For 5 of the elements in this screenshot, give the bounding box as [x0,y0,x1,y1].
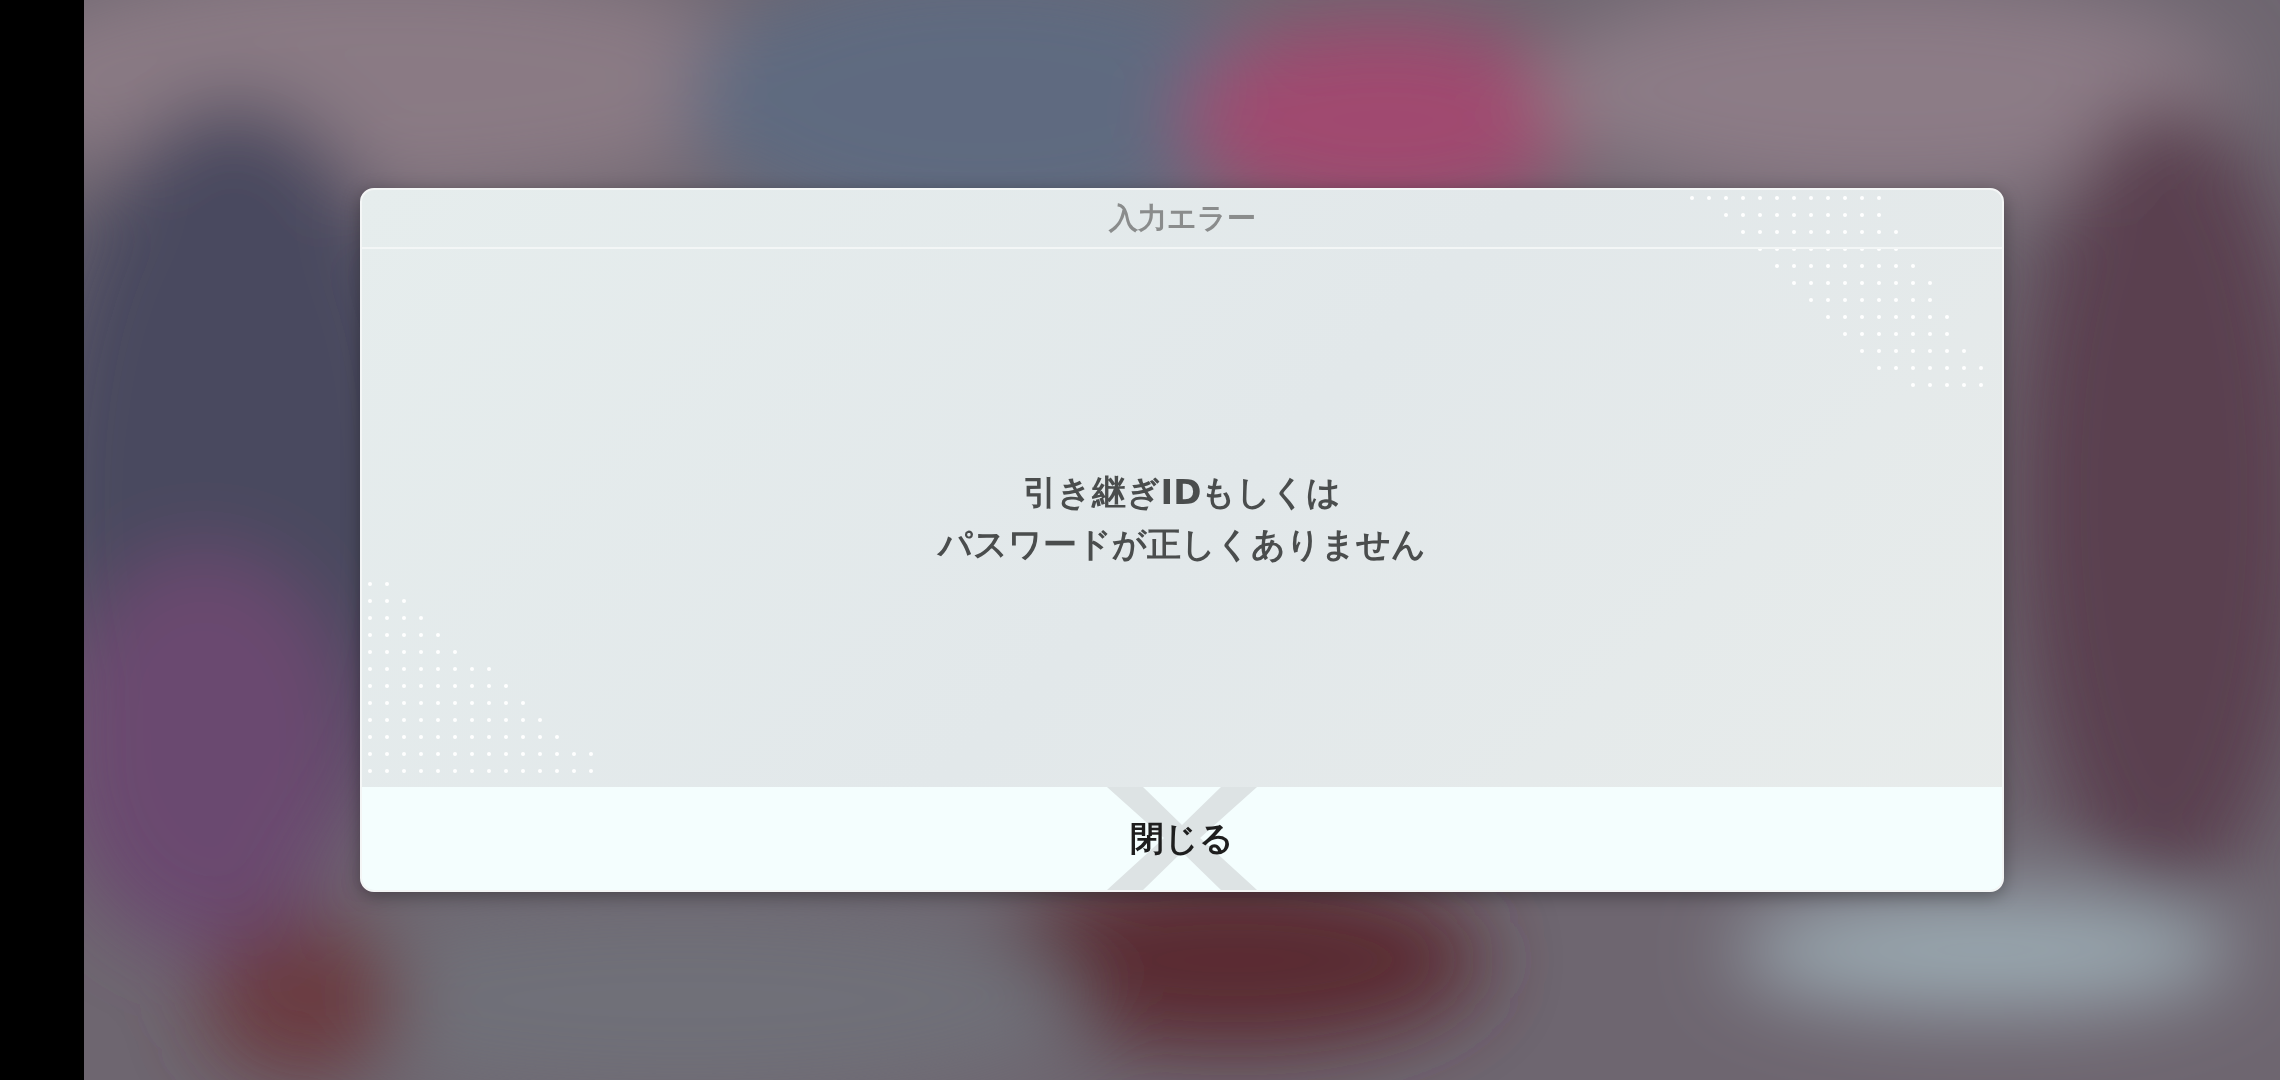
error-message: 引き継ぎIDもしくは [1022,471,1342,514]
dialog-title: 入力エラー [1108,199,1256,237]
close-button[interactable]: 閉じる [362,787,2002,890]
x-mark-icon [1107,787,1257,890]
error-message: パスワードが正しくありません [938,523,1426,566]
